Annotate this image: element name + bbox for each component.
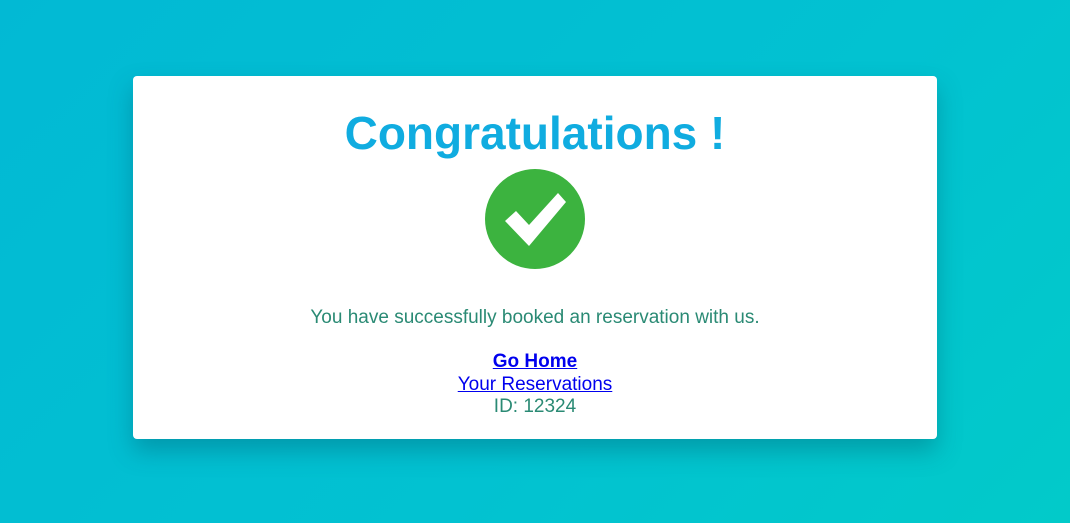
success-message: You have successfully booked an reservat… (310, 307, 760, 328)
confirmation-card: Congratulations ! You have successfully … (133, 76, 937, 439)
reservation-id: ID: 12324 (493, 396, 577, 417)
go-home-link[interactable]: Go Home (493, 351, 577, 374)
check-circle-icon (485, 169, 585, 269)
your-reservations-link[interactable]: Your Reservations (458, 374, 613, 397)
page-title: Congratulations ! (344, 107, 726, 159)
actions: Go Home Your Reservations ID: 12324 (133, 351, 937, 419)
